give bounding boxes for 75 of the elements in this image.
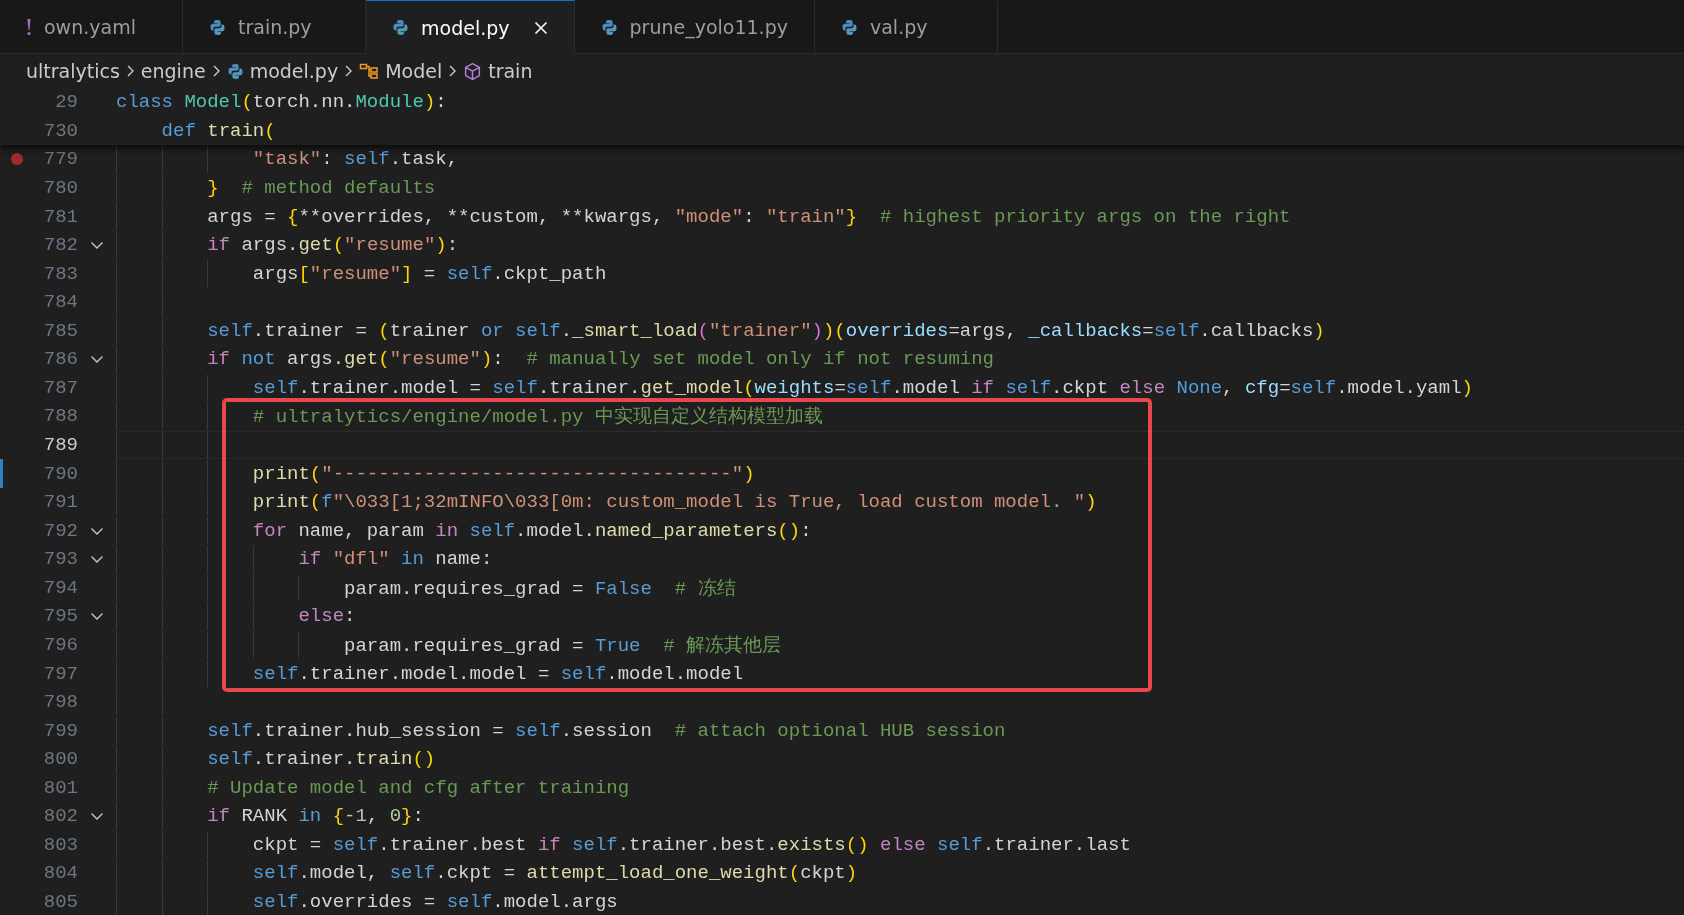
- line-number: 785: [42, 319, 78, 342]
- code-line: ckpt = self.trainer.best if self.trainer.best.exists() else self.trainer.last: [251, 833, 1131, 856]
- code-line: if not args.get("resume"): # manually set model only if not resuming: [206, 348, 994, 371]
- line-number: 801: [42, 776, 78, 799]
- exclamation-icon: [26, 18, 32, 36]
- class-icon: [359, 62, 380, 80]
- line-number: 783: [42, 262, 78, 285]
- code-line: if args.get("resume"):: [206, 234, 459, 257]
- line-number: 798: [42, 691, 78, 714]
- breadcrumb-item[interactable]: Model: [385, 60, 443, 82]
- line-number: 803: [42, 833, 78, 856]
- chevron-right-icon: [448, 64, 458, 78]
- line-number: 779: [42, 148, 78, 171]
- code-line: class Model(torch.nn.Module):: [116, 91, 447, 114]
- breakpoint-dot[interactable]: [11, 153, 23, 166]
- breadcrumb-item[interactable]: engine: [140, 60, 206, 82]
- python-logo-icon: [392, 19, 409, 36]
- line-number: 795: [42, 605, 78, 628]
- python-logo-icon: [840, 18, 858, 36]
- breadcrumb-item[interactable]: train: [488, 60, 533, 82]
- code-line: self.trainer.hub_session = self.session # attach optional HUB session: [206, 719, 1006, 742]
- breadcrumb-item[interactable]: ultralytics: [26, 60, 120, 82]
- python-logo-icon: [226, 62, 244, 80]
- code-line: print("-----------------------------------"): [251, 462, 755, 485]
- line-number: 781: [42, 205, 78, 228]
- code-line: if "dfl" in name:: [297, 548, 493, 571]
- line-number: 784: [42, 291, 78, 314]
- line-number: 805: [42, 891, 78, 914]
- code-line: self.trainer.model = self.trainer.get_model(weights=self.model if self.ckpt else None, cfg=self.model.yaml): [251, 376, 1473, 399]
- line-number: 793: [42, 548, 78, 571]
- code-line: self.trainer.model.model = self.model.model: [251, 662, 744, 685]
- python-logo-icon: [209, 18, 226, 36]
- line-number: 782: [42, 234, 78, 257]
- line-number: 804: [42, 862, 78, 885]
- cube-icon: [463, 61, 483, 81]
- code-line: args = {**overrides, **custom, **kwargs, "mode": "train"} # highest priority args on the right: [206, 205, 1291, 228]
- line-number: 792: [42, 519, 78, 542]
- line-number: 787: [42, 376, 78, 399]
- code-line: # Update model and cfg after training: [206, 776, 630, 799]
- code-line: param.requires_grad = True # 解冻其他层: [343, 633, 782, 658]
- line-number: 789: [42, 434, 78, 457]
- code-line: self.trainer.train(): [206, 748, 436, 771]
- editor-tab[interactable]: model.py: [366, 0, 575, 54]
- line-number: 799: [42, 719, 78, 742]
- line-number: 29: [54, 91, 78, 114]
- breadcrumb-item[interactable]: model.py: [249, 60, 339, 82]
- line-number: 794: [42, 576, 78, 599]
- python-logo-icon: [600, 18, 618, 36]
- line-number: 730: [42, 119, 78, 142]
- chevron-right-icon: [344, 64, 354, 78]
- line-number: 790: [42, 462, 78, 485]
- line-number: 800: [42, 748, 78, 771]
- code-line: } # method defaults: [206, 176, 436, 199]
- line-number: 797: [42, 662, 78, 685]
- line-number: 796: [42, 633, 78, 656]
- line-number: 788: [42, 405, 78, 428]
- code-line: if RANK in {-1, 0}:: [206, 805, 424, 828]
- chevron-right-icon: [211, 64, 221, 78]
- code-line: self.overrides = self.model.args: [251, 891, 618, 914]
- line-number: 802: [42, 805, 78, 828]
- code-line: self.trainer = (trainer or self._smart_load("trainer"))(overrides=args, _callbacks=self.callbacks): [206, 319, 1325, 342]
- line-number: 786: [42, 348, 78, 371]
- code-line: for name, param in self.model.named_parameters():: [251, 519, 812, 542]
- close-icon[interactable]: [533, 20, 548, 35]
- code-line: "task": self.task,: [251, 148, 459, 171]
- code-line: args["resume"] = self.ckpt_path: [251, 262, 607, 285]
- code-line: # ultralytics/engine/model.py 中实现自定义结构模型加载: [251, 405, 823, 430]
- line-number: 791: [42, 491, 78, 514]
- chevron-right-icon: [125, 64, 135, 78]
- code-line: self.model, self.ckpt = attempt_load_one_weight(ckpt): [251, 862, 858, 885]
- code-line: def train(: [160, 119, 276, 142]
- code-line: print(f"\033[1;32mINFO\033[0m: custom_model is True, load custom model. "): [251, 491, 1097, 514]
- code-line: else:: [297, 605, 356, 628]
- code-line: param.requires_grad = False # 冻结: [343, 576, 736, 601]
- line-number: 780: [42, 176, 78, 199]
